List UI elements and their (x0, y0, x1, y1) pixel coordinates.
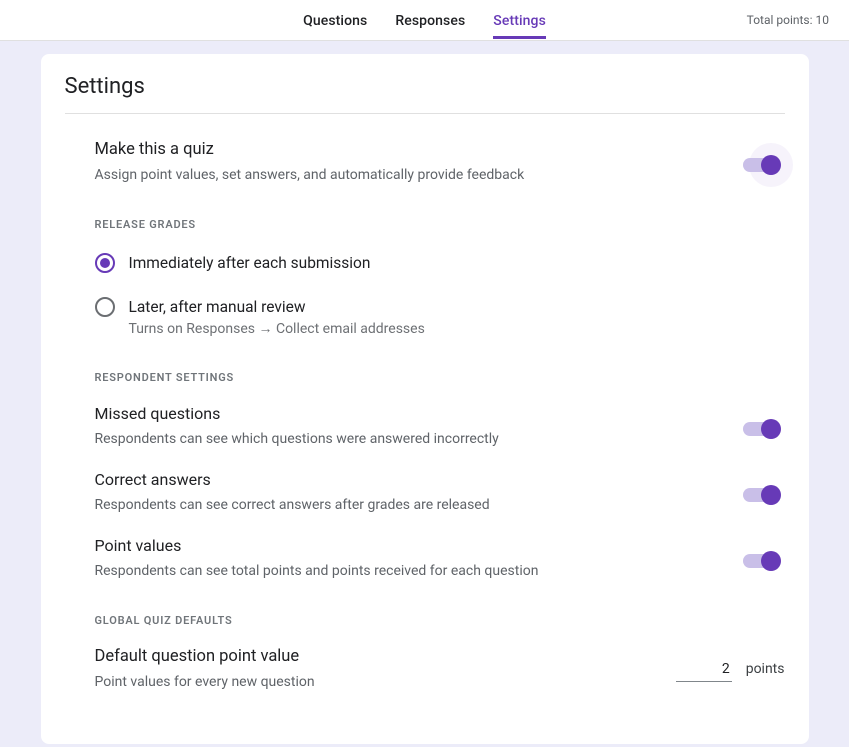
radio-later[interactable] (95, 297, 115, 317)
make-quiz-title: Make this a quiz (95, 138, 525, 162)
correct-answers-row: Correct answers Respondents can see corr… (95, 468, 785, 516)
default-point-value-desc: Point values for every new question (95, 671, 315, 693)
release-immediate-label: Immediately after each submission (129, 251, 371, 275)
global-quiz-defaults-header: GLOBAL QUIZ DEFAULTS (95, 614, 785, 627)
correct-answers-title: Correct answers (95, 468, 490, 492)
make-quiz-desc: Assign point values, set answers, and au… (95, 164, 525, 186)
total-points-label: Total points: 10 (747, 13, 829, 27)
missed-questions-desc: Respondents can see which questions were… (95, 428, 499, 450)
tab-questions[interactable]: Questions (303, 2, 367, 39)
point-values-desc: Respondents can see total points and poi… (95, 560, 539, 582)
point-values-toggle[interactable] (741, 551, 779, 565)
default-point-value-row: Default question point value Point value… (95, 645, 785, 693)
make-quiz-row: Make this a quiz Assign point values, se… (95, 138, 785, 186)
release-later-option[interactable]: Later, after manual review Turns on Resp… (95, 295, 785, 339)
top-tab-bar: Questions Responses Settings Total point… (0, 0, 849, 41)
release-later-label: Later, after manual review (129, 295, 425, 319)
default-point-value-title: Default question point value (95, 645, 315, 669)
make-quiz-toggle[interactable] (741, 155, 779, 169)
point-values-row: Point values Respondents can see total p… (95, 534, 785, 582)
missed-questions-row: Missed questions Respondents can see whi… (95, 402, 785, 450)
release-immediate-option[interactable]: Immediately after each submission (95, 251, 785, 275)
points-unit-label: points (746, 661, 785, 677)
missed-questions-toggle[interactable] (741, 419, 779, 433)
tab-settings[interactable]: Settings (493, 2, 546, 39)
page-title: Settings (65, 74, 785, 114)
release-later-sub: Turns on Responses → Collect email addre… (129, 319, 425, 339)
missed-questions-title: Missed questions (95, 402, 499, 426)
release-grades-header: RELEASE GRADES (95, 218, 785, 231)
respondent-settings-header: RESPONDENT SETTINGS (95, 371, 785, 384)
point-values-title: Point values (95, 534, 539, 558)
default-point-value-input[interactable] (676, 657, 732, 682)
tab-responses[interactable]: Responses (395, 2, 465, 39)
settings-card: Settings Make this a quiz Assign point v… (41, 54, 809, 744)
radio-immediate[interactable] (95, 253, 115, 273)
correct-answers-toggle[interactable] (741, 485, 779, 499)
correct-answers-desc: Respondents can see correct answers afte… (95, 494, 490, 516)
